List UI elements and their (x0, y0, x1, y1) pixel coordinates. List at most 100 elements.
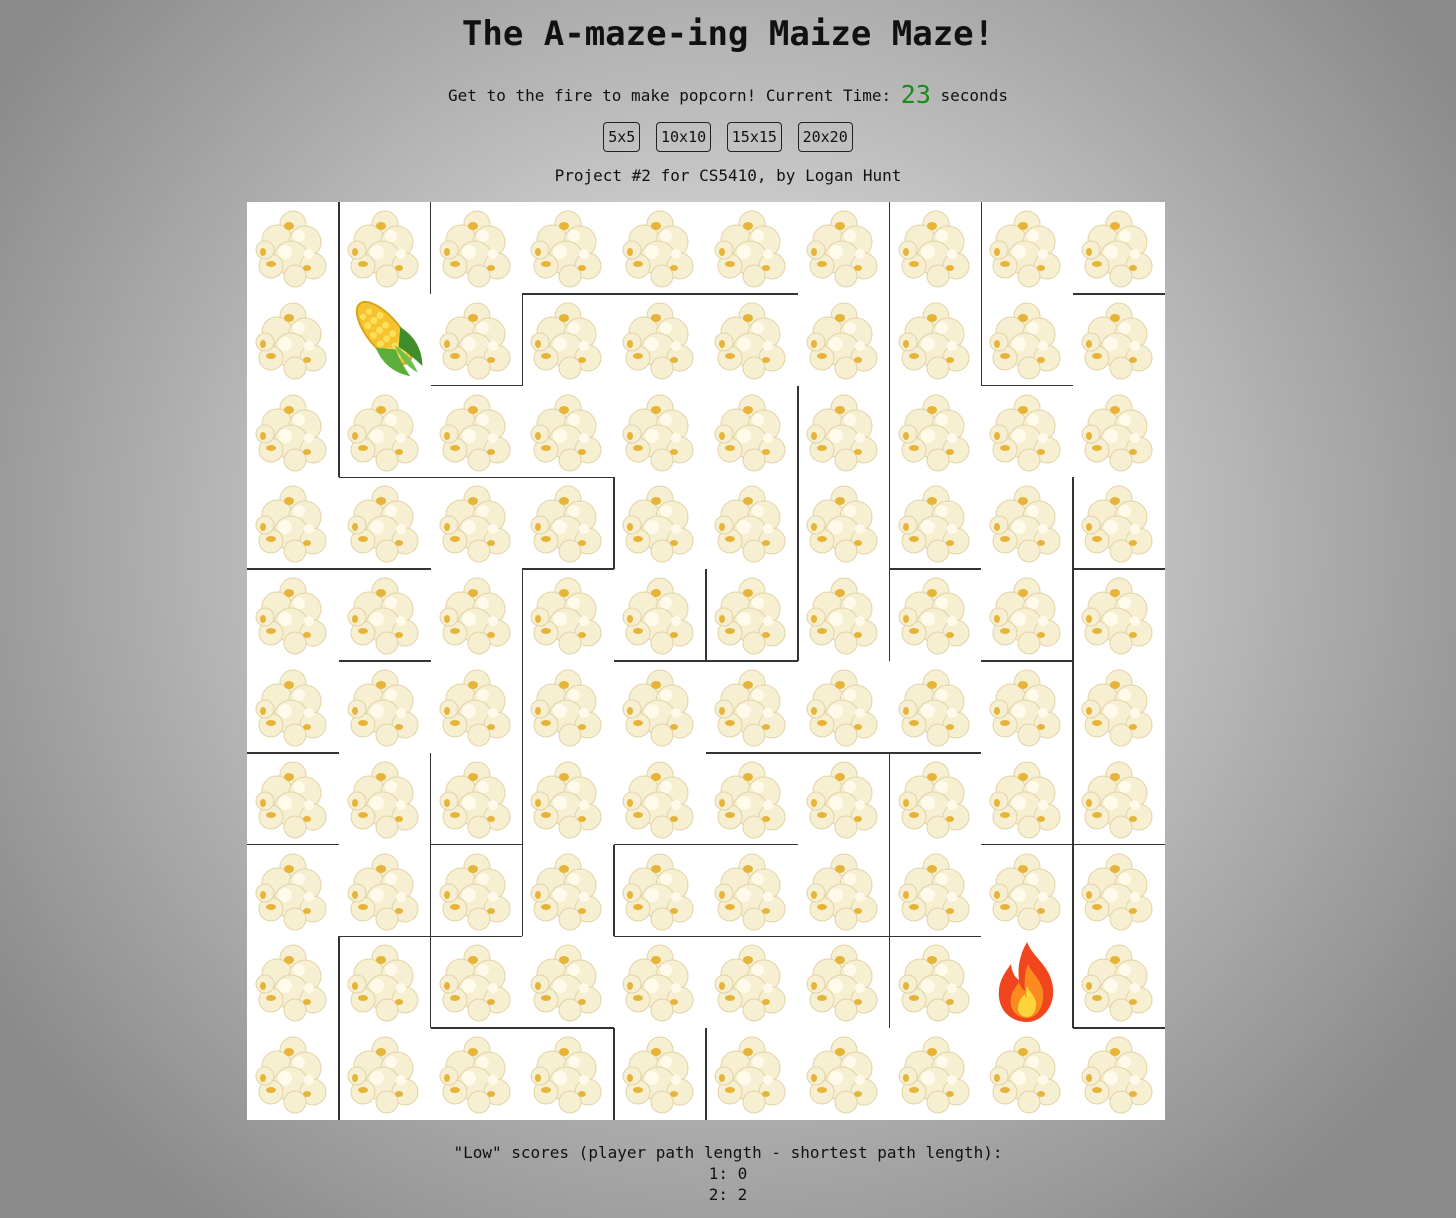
low-scores-heading: "Low" scores (player path length - short… (453, 1143, 1003, 1162)
maze-cell (339, 202, 431, 294)
maze-cell (247, 477, 339, 569)
maze-cell (522, 1028, 614, 1120)
popcorn-icon (255, 944, 327, 1022)
popcorn-icon (806, 394, 878, 472)
popcorn-icon (439, 853, 511, 931)
maze-cell (247, 753, 339, 845)
popcorn-icon (439, 761, 511, 839)
maze-cell (981, 845, 1073, 937)
popcorn-icon (622, 853, 694, 931)
popcorn-icon (1081, 210, 1153, 288)
popcorn-icon (714, 485, 786, 563)
maze-cell (522, 202, 614, 294)
popcorn-icon (806, 944, 878, 1022)
popcorn-icon (806, 302, 878, 380)
popcorn-icon (439, 394, 511, 472)
maze-cell (1073, 569, 1165, 661)
popcorn-icon (989, 394, 1061, 472)
maze-cell (247, 569, 339, 661)
maze-wall (705, 569, 707, 661)
popcorn-icon (347, 485, 419, 563)
maze-wall (888, 569, 891, 661)
popcorn-icon (255, 394, 327, 472)
popcorn-icon (530, 210, 602, 288)
popcorn-icon (622, 669, 694, 747)
popcorn-icon (530, 761, 602, 839)
maze-cell (706, 386, 798, 478)
popcorn-icon (347, 210, 419, 288)
maze-cell (890, 845, 982, 937)
size-15x15-button[interactable]: 15x15 (726, 122, 782, 152)
maze-cell (706, 845, 798, 937)
maze-cell (981, 1028, 1073, 1120)
maze-wall (429, 844, 432, 937)
popcorn-icon (622, 394, 694, 472)
maze-wall (430, 384, 523, 387)
popcorn-icon (714, 1036, 786, 1114)
maze-cell (981, 569, 1073, 661)
maze-wall (705, 1028, 707, 1120)
popcorn-icon (439, 302, 511, 380)
popcorn-icon (898, 853, 970, 931)
maze-wall (1073, 568, 1165, 570)
popcorn-icon (989, 761, 1061, 839)
maze-cell (1073, 845, 1165, 937)
maze-wall (1072, 936, 1074, 1029)
maze-cell (798, 1028, 890, 1120)
maze-cell (798, 569, 890, 661)
maze-cell (431, 202, 523, 294)
popcorn-icon (898, 485, 970, 563)
popcorn-icon (530, 669, 602, 747)
maze-cell (431, 845, 523, 937)
maze-wall (981, 843, 1165, 846)
maze-cell (614, 477, 706, 569)
maze-cell (890, 661, 982, 753)
size-5x5-button[interactable]: 5x5 (603, 122, 641, 152)
maze-cell (1073, 936, 1165, 1028)
maze-cell (981, 477, 1073, 569)
maze-wall (888, 752, 891, 937)
popcorn-icon (989, 485, 1061, 563)
maze-cell (798, 294, 890, 386)
popcorn-icon (439, 944, 511, 1022)
timer-unit: seconds (940, 86, 1008, 105)
maze-wall (338, 202, 340, 294)
popcorn-icon (898, 577, 970, 655)
maze-wall (430, 843, 523, 846)
maze-wall (338, 293, 340, 478)
popcorn-icon (806, 485, 878, 563)
maze-wall (1072, 569, 1074, 661)
popcorn-icon (439, 669, 511, 747)
maze-cell (247, 661, 339, 753)
popcorn-icon (439, 577, 511, 655)
maze-cell (247, 845, 339, 937)
size-20x20-button[interactable]: 20x20 (797, 122, 853, 152)
maze-board[interactable] (247, 202, 1165, 1120)
size-10x10-button[interactable]: 10x10 (655, 122, 712, 152)
popcorn-icon (989, 210, 1061, 288)
popcorn-icon (806, 853, 878, 931)
maze-cell (981, 386, 1073, 478)
page-title: The A-maze-ing Maize Maze! (461, 14, 995, 54)
corn-icon (355, 300, 423, 377)
popcorn-icon (714, 669, 786, 747)
maze-cell (890, 386, 982, 478)
popcorn-icon (255, 302, 327, 380)
maze-cell (247, 936, 339, 1028)
maze-cell (431, 661, 523, 753)
popcorn-icon (255, 210, 327, 288)
maze-cell (614, 845, 706, 937)
maze-wall (338, 935, 523, 938)
popcorn-icon (530, 1036, 602, 1114)
popcorn-icon (714, 394, 786, 472)
maze-wall (522, 293, 798, 295)
popcorn-icon (347, 944, 419, 1022)
maze-cell (981, 936, 1073, 1028)
maze-wall (797, 477, 799, 570)
maze-cell (798, 753, 890, 845)
popcorn-icon (622, 485, 694, 563)
popcorn-icon (1081, 577, 1153, 655)
maze-wall (338, 476, 615, 479)
maze-wall (429, 202, 432, 294)
maze-cell (981, 661, 1073, 753)
